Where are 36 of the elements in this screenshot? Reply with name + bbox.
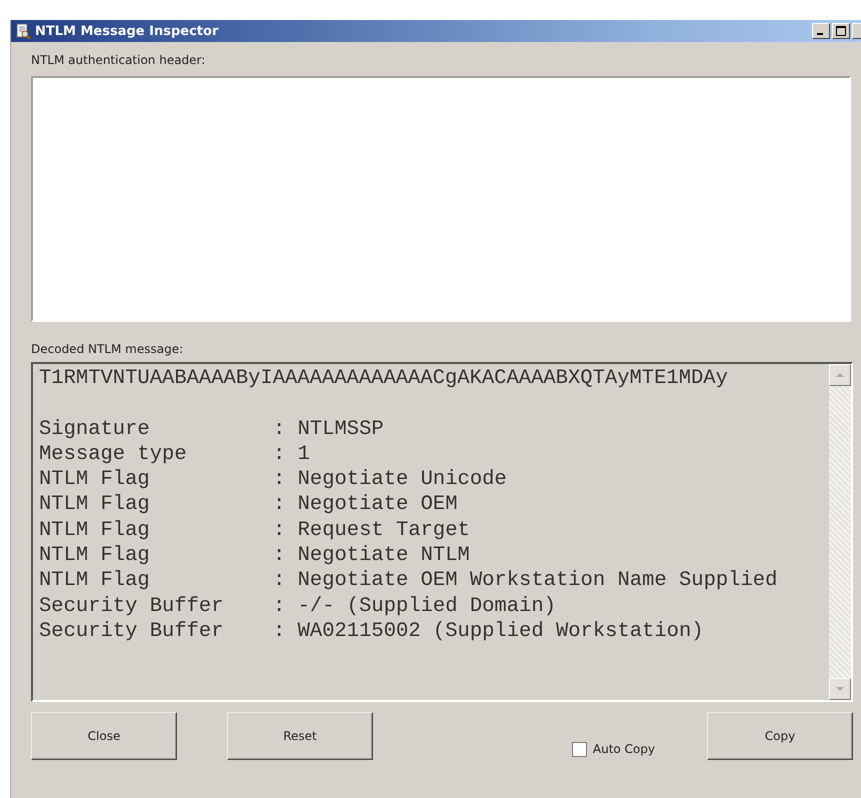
decoded-text-area[interactable] xyxy=(31,362,853,702)
dialog-button[interactable]: Reset xyxy=(227,712,373,760)
field-name: Security Buffer xyxy=(39,618,225,644)
field-name: Signature xyxy=(39,416,151,442)
window-title: NTLM Message Inspector xyxy=(35,24,218,38)
minimize-button[interactable] xyxy=(812,23,830,39)
field-name: NTLM Flag xyxy=(39,492,151,518)
field-name: NTLM Flag xyxy=(39,543,151,568)
field-value: : Request Target xyxy=(273,518,471,544)
field-value: : Negotiate Unicode xyxy=(273,467,508,492)
field-name: Security Buffer xyxy=(39,594,225,619)
field-value: : NTLMSSP xyxy=(273,416,385,442)
down-triangle-icon xyxy=(836,687,844,691)
dialog-button[interactable]: Close xyxy=(31,712,177,760)
scroll-up-button[interactable] xyxy=(829,364,851,386)
field-name: NTLM Flag xyxy=(39,467,151,492)
field-value: : Negotiate NTLM xyxy=(273,543,471,568)
maximize-button[interactable] xyxy=(832,23,850,39)
field-label: NTLM authentication header: xyxy=(31,53,206,68)
header-input-field[interactable] xyxy=(31,76,851,322)
field-name: Message type xyxy=(39,442,188,468)
field-name: NTLM Flag xyxy=(39,568,151,594)
up-triangle-icon xyxy=(836,373,844,377)
scroll-down-button[interactable] xyxy=(829,678,851,700)
field-value: : 1 xyxy=(273,442,311,468)
field-value: : WA02115002 (Supplied Workstation) xyxy=(273,618,705,644)
field-label: Decoded NTLM message: xyxy=(31,342,184,357)
document-magnifier-icon xyxy=(15,23,31,39)
auto-copy-checkbox[interactable]: Auto Copy xyxy=(572,742,655,756)
field-name: NTLM Flag xyxy=(39,518,151,544)
field-value: : Negotiate OEM Workstation Name Supplied xyxy=(273,568,778,594)
encoded-message-text: T1RMTVNTUAABAAAAByIAAAAAAAAAAAAACgAKACAAAABXQTAyMTE1MDAy xyxy=(39,366,729,392)
vertical-scrollbar[interactable] xyxy=(829,364,851,700)
field-value: : -/- (Supplied Domain) xyxy=(273,594,557,619)
copy-button[interactable]: Copy xyxy=(707,712,853,760)
field-value: : Negotiate OEM xyxy=(273,492,459,518)
